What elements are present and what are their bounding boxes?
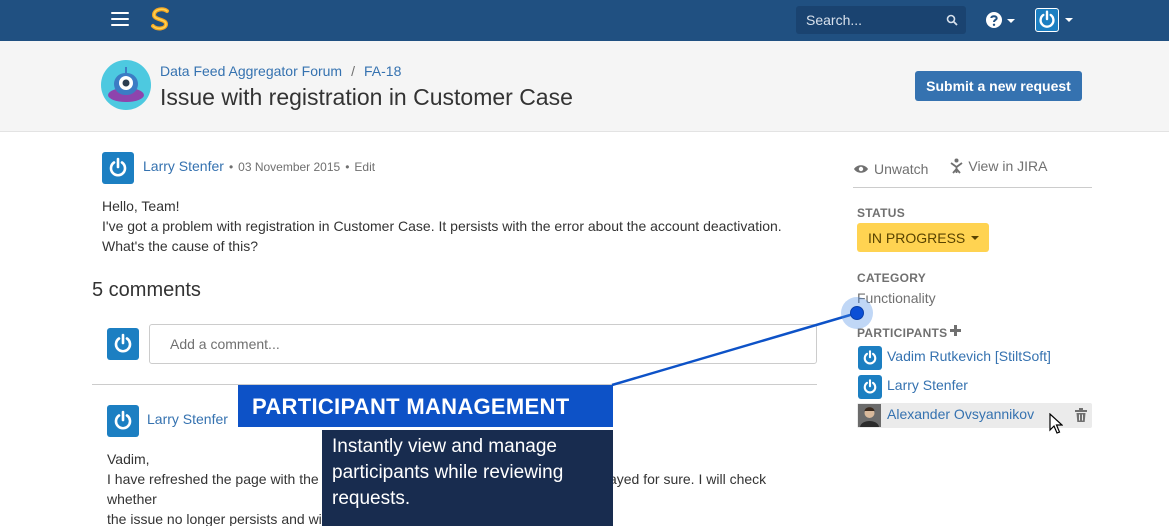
callout-marker — [841, 297, 873, 329]
callout-heading: PARTICIPANT MANAGEMENT — [238, 385, 613, 427]
callout-body: Instantly view and manage participants w… — [322, 430, 613, 526]
cursor-icon — [1049, 413, 1063, 434]
